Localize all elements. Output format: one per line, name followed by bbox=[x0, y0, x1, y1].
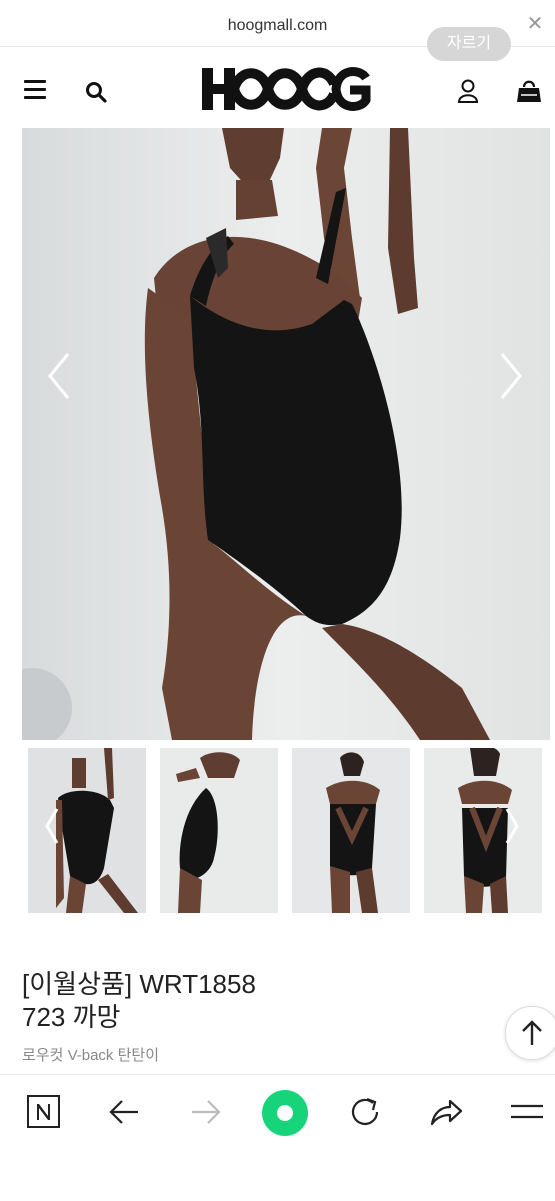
back-arrow-icon[interactable] bbox=[104, 1092, 144, 1132]
scroll-to-top-button[interactable] bbox=[505, 1006, 555, 1060]
reload-icon[interactable] bbox=[345, 1092, 385, 1132]
naver-n-icon[interactable] bbox=[24, 1092, 64, 1132]
shopping-bag-icon[interactable] bbox=[516, 78, 542, 104]
thumbnail-next-arrow-icon[interactable] bbox=[504, 806, 520, 846]
product-thumbnail-1[interactable] bbox=[28, 748, 146, 913]
forward-arrow-icon[interactable] bbox=[186, 1092, 226, 1132]
menu-icon[interactable] bbox=[507, 1092, 547, 1132]
hoog-logo[interactable] bbox=[200, 64, 372, 114]
product-subtitle: 로우컷 V-back 탄탄이 bbox=[22, 1047, 159, 1064]
product-title-line2: 723 까망 bbox=[22, 1002, 121, 1032]
close-icon[interactable]: ✕ bbox=[523, 12, 547, 36]
user-icon[interactable] bbox=[456, 78, 480, 104]
product-title-line1: [이월상품] WRT1858 bbox=[22, 969, 256, 999]
product-title: [이월상품] WRT1858 723 까망 bbox=[22, 968, 492, 1034]
product-main-image[interactable] bbox=[22, 128, 550, 740]
search-icon[interactable] bbox=[84, 80, 108, 104]
product-thumbnail-3[interactable] bbox=[292, 748, 410, 913]
share-icon[interactable] bbox=[426, 1092, 466, 1132]
product-thumbnail-2[interactable] bbox=[160, 748, 278, 913]
crop-button[interactable]: 자르기 bbox=[427, 27, 511, 61]
green-home-dot-icon[interactable] bbox=[262, 1090, 308, 1136]
prev-image-arrow-icon[interactable] bbox=[44, 350, 74, 402]
next-image-arrow-icon[interactable] bbox=[496, 350, 526, 402]
product-thumbnail-4[interactable] bbox=[424, 748, 542, 913]
hamburger-menu-icon[interactable] bbox=[24, 80, 46, 100]
thumbnail-prev-arrow-icon[interactable] bbox=[44, 806, 60, 846]
